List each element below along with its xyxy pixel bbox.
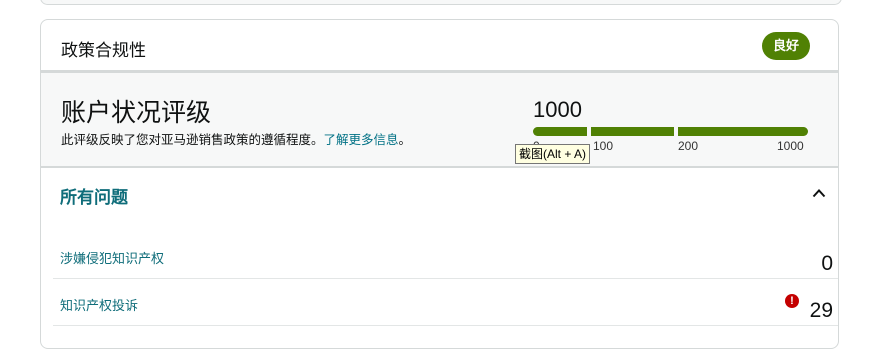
alert-icon: !: [785, 294, 799, 308]
rating-description: 此评级反映了您对亚马逊销售政策的遵循程度。了解更多信息。: [61, 129, 411, 148]
rating-bar-segment-low: [533, 127, 587, 136]
rating-description-period: 。: [398, 133, 412, 147]
rating-bar-segment-mid: [591, 127, 674, 136]
issue-count: 29: [809, 299, 833, 322]
card-title: 政策合规性: [61, 41, 146, 60]
card-header: 政策合规性 良好: [41, 20, 838, 73]
rating-bar-segment-high: [678, 127, 808, 136]
scale-tick-200: 200: [678, 139, 699, 153]
issue-count: 0: [821, 252, 833, 275]
chevron-up-icon[interactable]: [812, 188, 826, 198]
issue-label[interactable]: 知识产权投诉: [60, 295, 138, 314]
previous-card-edge: [40, 0, 842, 5]
screenshot-tooltip: 截图(Alt + A): [515, 144, 591, 164]
score-value: 1000: [533, 97, 582, 122]
issue-row-suspected-ip-infringement: 涉嫌侵犯知识产权 0: [53, 233, 838, 279]
scale-tick-100: 100: [593, 139, 614, 153]
issue-row-ip-complaints: 知识产权投诉 ! 29: [53, 280, 838, 326]
all-issues-title: 所有问题: [60, 188, 128, 207]
policy-compliance-card: 政策合规性 良好 账户状况评级 此评级反映了您对亚马逊销售政策的遵循程度。了解更…: [40, 19, 839, 349]
issue-label[interactable]: 涉嫌侵犯知识产权: [60, 248, 164, 267]
rating-title: 账户状况评级: [61, 99, 212, 127]
learn-more-link[interactable]: 了解更多信息: [324, 133, 399, 147]
scale-tick-1000: 1000: [777, 139, 804, 153]
status-badge: 良好: [762, 32, 810, 60]
rating-description-text: 此评级反映了您对亚马逊销售政策的遵循程度。: [61, 133, 324, 147]
account-health-rating: 账户状况评级 此评级反映了您对亚马逊销售政策的遵循程度。了解更多信息。 1000…: [41, 73, 838, 168]
